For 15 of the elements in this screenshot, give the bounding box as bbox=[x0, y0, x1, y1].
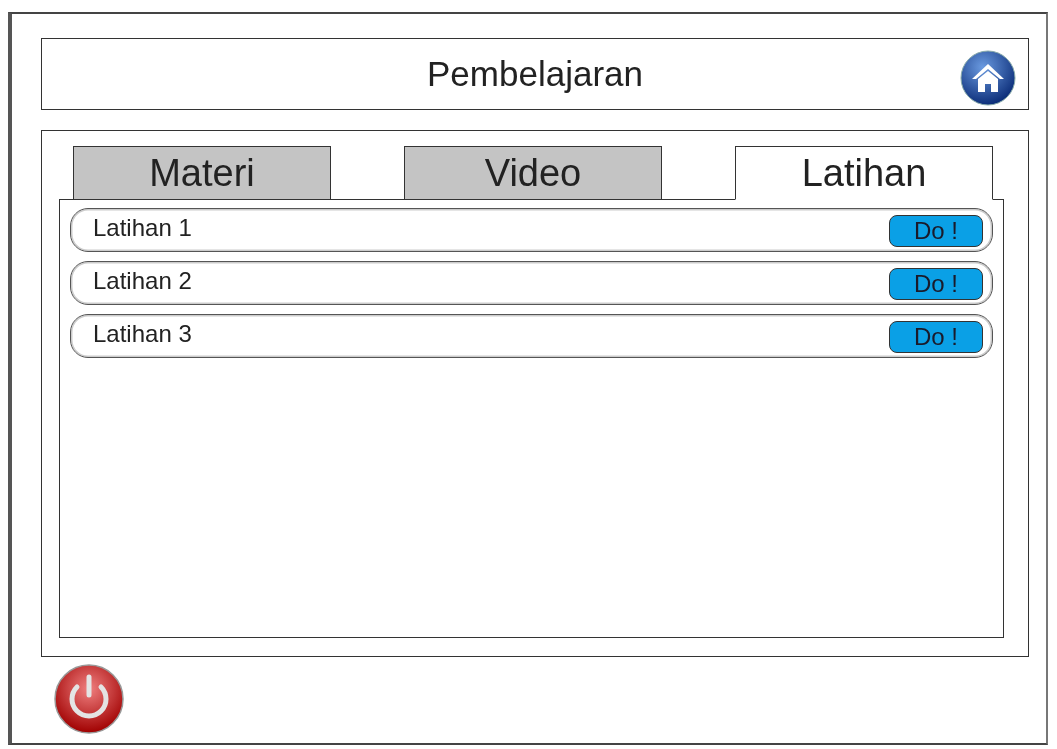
exercise-label: Latihan 3 bbox=[93, 320, 192, 348]
exercise-row[interactable]: Latihan 1 Do ! bbox=[70, 208, 993, 252]
page-title: Pembelajaran bbox=[427, 54, 643, 94]
do-button[interactable]: Do ! bbox=[889, 321, 983, 353]
exercise-row[interactable]: Latihan 3 Do ! bbox=[70, 314, 993, 358]
do-button[interactable]: Do ! bbox=[889, 215, 983, 247]
home-icon[interactable] bbox=[960, 50, 1016, 106]
power-icon[interactable] bbox=[53, 663, 125, 735]
tab[interactable]: Latihan bbox=[735, 146, 993, 200]
exercise-row[interactable]: Latihan 2 Do ! bbox=[70, 261, 993, 305]
do-button[interactable]: Do ! bbox=[889, 268, 983, 300]
tab[interactable]: Video bbox=[404, 146, 662, 200]
exercise-label: Latihan 1 bbox=[93, 214, 192, 242]
tab[interactable]: Materi bbox=[73, 146, 331, 200]
exercise-label: Latihan 2 bbox=[93, 267, 192, 295]
